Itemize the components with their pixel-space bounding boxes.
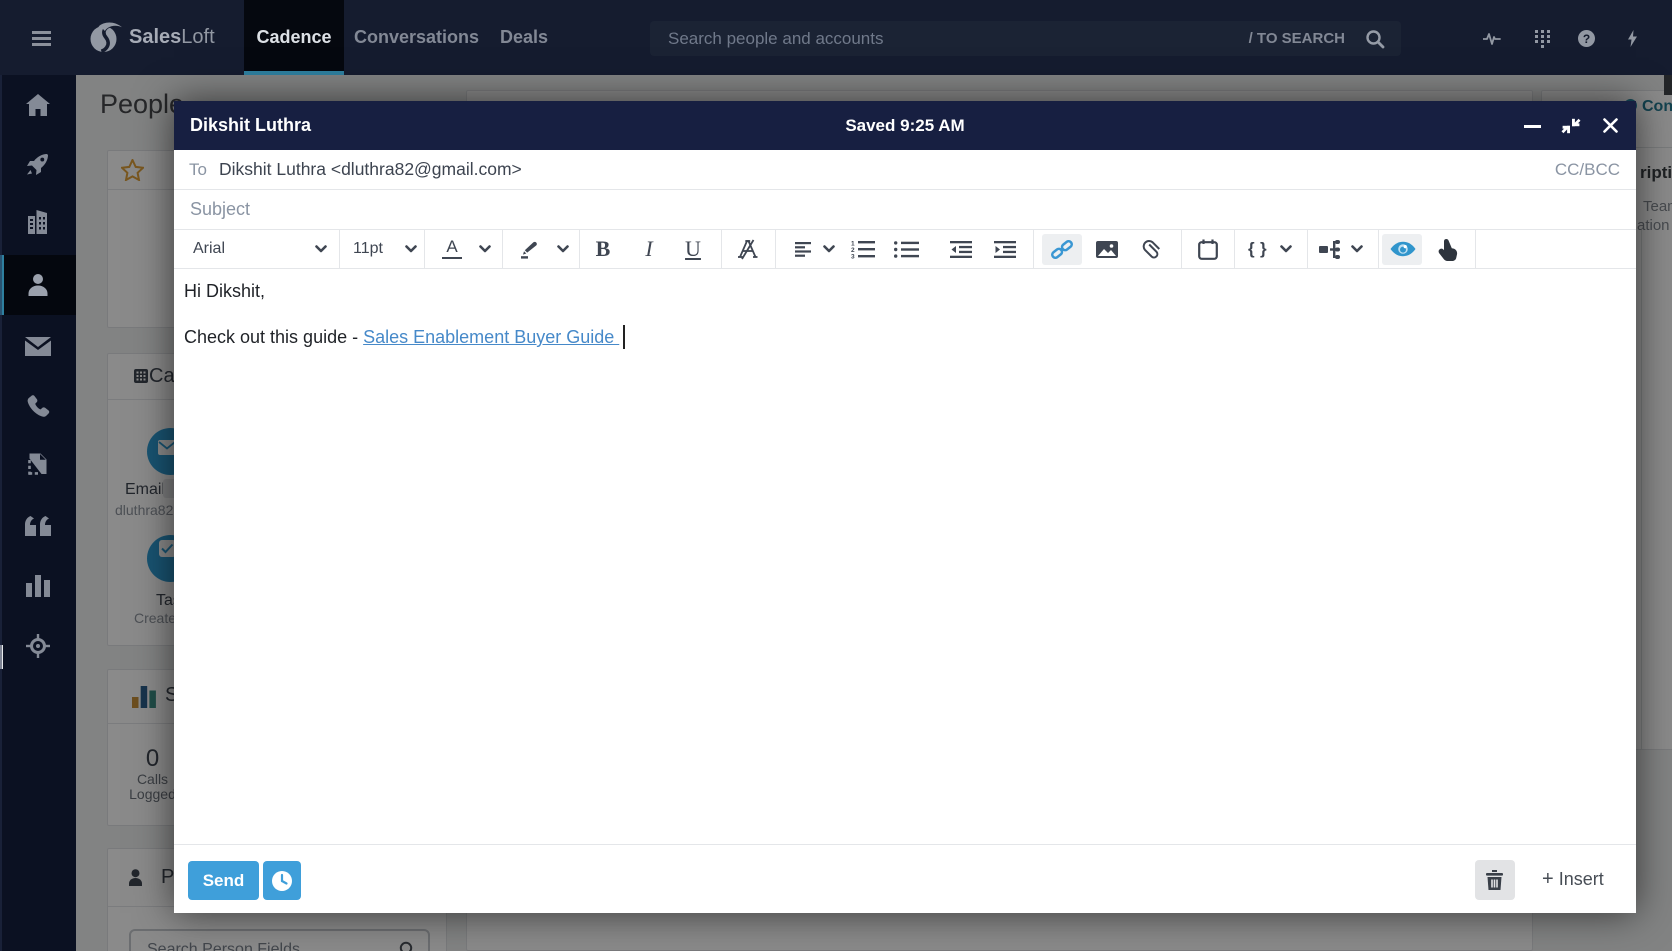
svg-text:?: ? xyxy=(1583,32,1590,46)
svg-text:3: 3 xyxy=(851,254,855,260)
